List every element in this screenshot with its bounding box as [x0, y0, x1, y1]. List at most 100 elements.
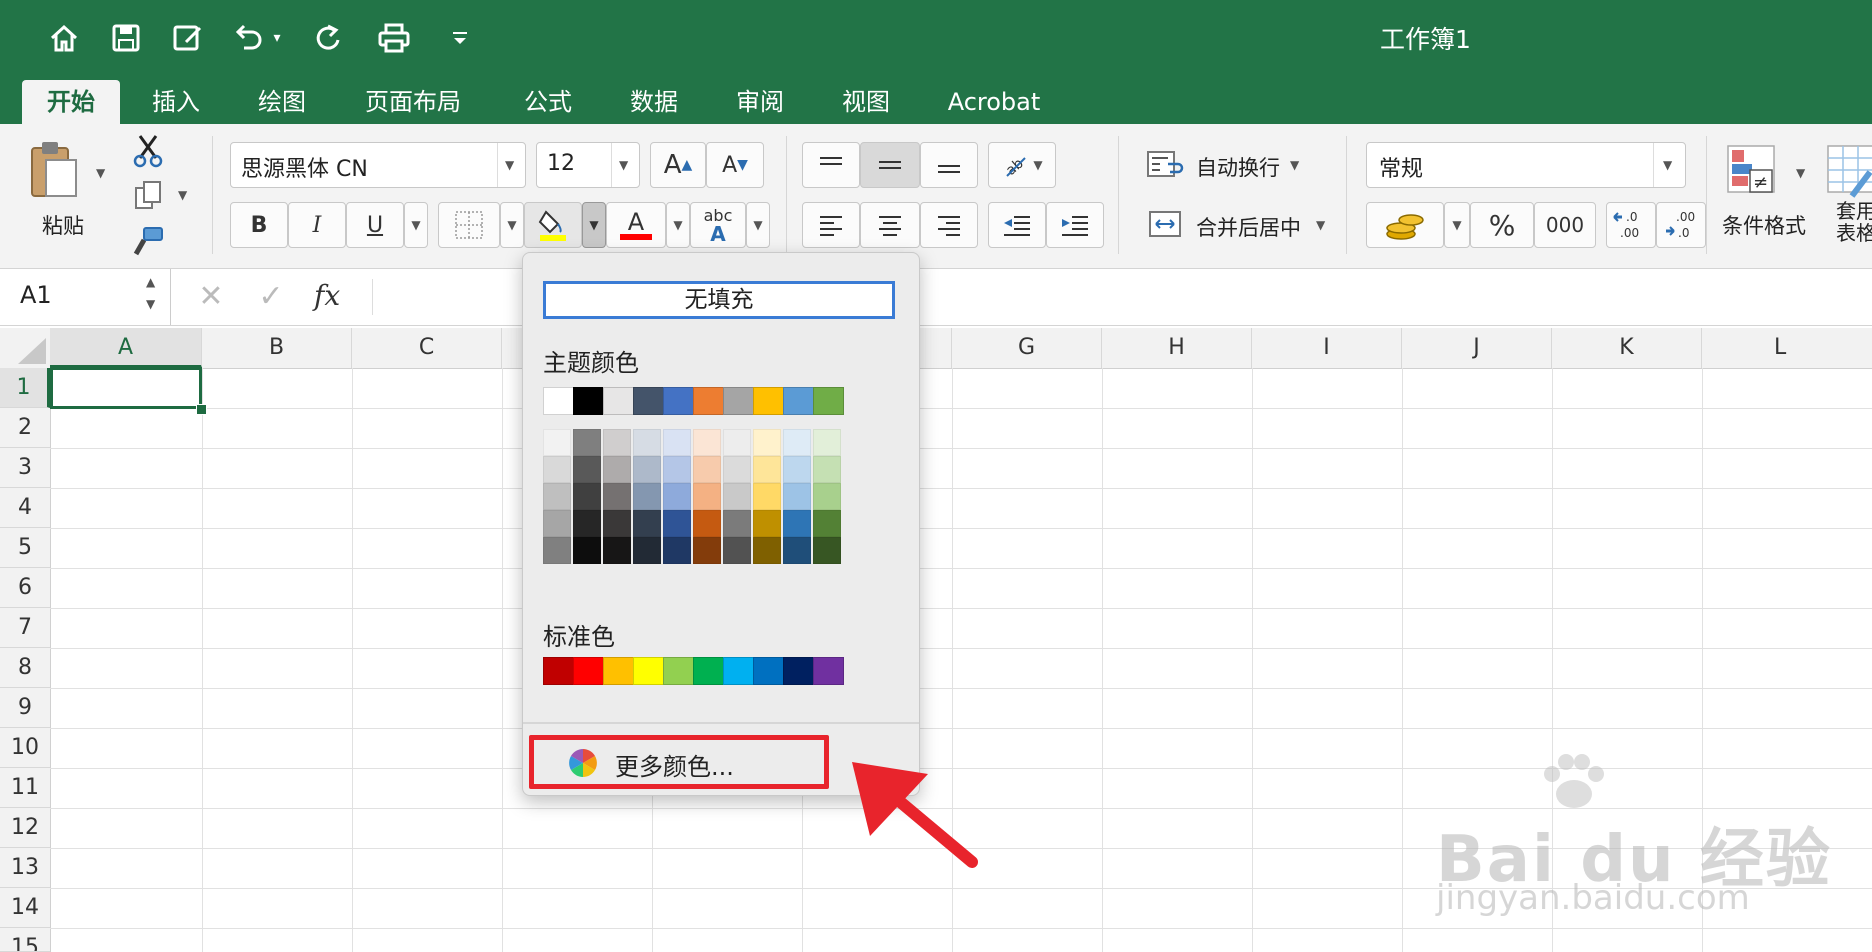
row-header-5[interactable]: 5 — [0, 528, 50, 568]
tab-insert[interactable]: 插入 — [136, 80, 216, 124]
font-size-box[interactable]: 12 ▼ — [536, 142, 640, 188]
row-header-11[interactable]: 11 — [0, 768, 50, 808]
increase-indent-button[interactable] — [1046, 202, 1104, 248]
percent-button[interactable]: % — [1470, 202, 1534, 248]
theme-tint-swatch[interactable] — [633, 510, 661, 537]
no-fill-button[interactable]: 无填充 — [543, 281, 895, 319]
conditional-format-icon[interactable]: ≠ — [1726, 144, 1784, 200]
row-header-7[interactable]: 7 — [0, 608, 50, 648]
paste-icon[interactable] — [26, 140, 86, 200]
borders-button[interactable] — [438, 202, 500, 248]
column-header-i[interactable]: I — [1252, 328, 1402, 368]
theme-tint-swatch[interactable] — [663, 510, 691, 537]
accounting-dropdown-icon[interactable]: ▼ — [1444, 202, 1470, 248]
copy-icon[interactable] — [134, 180, 164, 210]
theme-color-swatch[interactable] — [813, 387, 844, 415]
phonetic-button[interactable]: abc A — [690, 202, 746, 248]
comma-style-button[interactable]: 000 — [1534, 202, 1596, 248]
theme-tint-swatch[interactable] — [663, 537, 691, 564]
align-bottom-button[interactable] — [920, 142, 978, 188]
underline-button[interactable]: U — [346, 202, 404, 248]
theme-tint-swatch[interactable] — [543, 537, 571, 564]
theme-tint-swatch[interactable] — [633, 456, 661, 483]
theme-tint-swatch[interactable] — [813, 483, 841, 510]
format-painter-icon[interactable] — [130, 226, 166, 258]
name-box-down-icon[interactable]: ▼ — [146, 297, 155, 311]
undo-dropdown-icon[interactable]: ▾ — [266, 18, 288, 58]
standard-color-swatch[interactable] — [783, 657, 814, 685]
theme-color-swatch[interactable] — [633, 387, 664, 415]
font-name-dropdown-icon[interactable]: ▼ — [505, 158, 514, 172]
theme-tint-swatch[interactable] — [753, 510, 781, 537]
home-icon[interactable] — [44, 18, 84, 58]
cancel-icon[interactable]: ✕ — [196, 279, 226, 315]
table-format-label[interactable]: 套用 表格格 — [1836, 200, 1872, 244]
row-header-8[interactable]: 8 — [0, 648, 50, 688]
orientation-button[interactable]: ab ▼ — [988, 142, 1056, 188]
decrease-indent-button[interactable] — [988, 202, 1046, 248]
font-name-box[interactable]: 思源黑体 CN ▼ — [230, 142, 526, 188]
customize-icon[interactable] — [440, 18, 480, 58]
theme-tint-swatch[interactable] — [723, 510, 751, 537]
theme-tint-swatch[interactable] — [573, 456, 601, 483]
undo-icon[interactable] — [228, 18, 268, 58]
decrease-font-button[interactable]: A ▼ — [706, 142, 764, 188]
theme-tint-swatch[interactable] — [813, 456, 841, 483]
row-header-13[interactable]: 13 — [0, 848, 50, 888]
row-header-3[interactable]: 3 — [0, 448, 50, 488]
theme-tint-swatch[interactable] — [783, 537, 811, 564]
standard-color-swatch[interactable] — [723, 657, 754, 685]
row-header-14[interactable]: 14 — [0, 888, 50, 928]
row-header-6[interactable]: 6 — [0, 568, 50, 608]
wrap-text-dropdown-icon[interactable]: ▼ — [1290, 158, 1299, 172]
copy-dropdown-icon[interactable]: ▼ — [178, 188, 187, 202]
row-header-9[interactable]: 9 — [0, 688, 50, 728]
standard-color-swatch[interactable] — [573, 657, 604, 685]
standard-color-swatch[interactable] — [753, 657, 784, 685]
redo-icon[interactable] — [308, 18, 348, 58]
theme-tint-swatch[interactable] — [813, 537, 841, 564]
theme-tint-swatch[interactable] — [693, 483, 721, 510]
theme-tint-swatch[interactable] — [573, 483, 601, 510]
theme-tint-swatch[interactable] — [783, 456, 811, 483]
column-header-k[interactable]: K — [1552, 328, 1702, 368]
merge-center-dropdown-icon[interactable]: ▼ — [1316, 218, 1325, 232]
align-center-button[interactable] — [860, 202, 920, 248]
theme-tint-swatch[interactable] — [543, 429, 571, 456]
theme-tint-swatch[interactable] — [753, 537, 781, 564]
tab-draw[interactable]: 绘图 — [242, 80, 322, 124]
bold-button[interactable]: B — [230, 202, 288, 248]
column-header-a[interactable]: A — [50, 328, 202, 368]
wrap-text-icon[interactable] — [1146, 148, 1186, 182]
accounting-format-button[interactable] — [1366, 202, 1444, 248]
more-colors-button[interactable]: 更多颜色... — [615, 747, 734, 782]
theme-color-swatch[interactable] — [603, 387, 634, 415]
name-box-up-icon[interactable]: ▲ — [146, 275, 155, 289]
theme-tint-swatch[interactable] — [603, 483, 631, 510]
cut-icon[interactable] — [132, 134, 164, 168]
theme-tint-swatch[interactable] — [753, 429, 781, 456]
column-header-j[interactable]: J — [1402, 328, 1552, 368]
theme-tint-swatch[interactable] — [603, 456, 631, 483]
tab-review[interactable]: 审阅 — [720, 80, 800, 124]
theme-tint-swatch[interactable] — [603, 429, 631, 456]
tab-formulas[interactable]: 公式 — [508, 80, 588, 124]
row-header-1[interactable]: 1 — [0, 368, 50, 408]
tab-page-layout[interactable]: 页面布局 — [348, 80, 478, 124]
theme-tint-swatch[interactable] — [543, 456, 571, 483]
standard-color-swatch[interactable] — [663, 657, 694, 685]
theme-tint-swatch[interactable] — [603, 537, 631, 564]
paste-dropdown-icon[interactable]: ▼ — [96, 166, 105, 180]
column-header-h[interactable]: H — [1102, 328, 1252, 368]
wrap-text-label[interactable]: 自动换行 — [1196, 152, 1280, 182]
theme-color-swatch[interactable] — [693, 387, 724, 415]
fill-handle[interactable] — [196, 404, 207, 415]
theme-tint-swatch[interactable] — [663, 456, 691, 483]
theme-tint-swatch[interactable] — [633, 537, 661, 564]
font-color-button[interactable]: A — [606, 202, 666, 248]
theme-tint-swatch[interactable] — [573, 510, 601, 537]
insert-function-icon[interactable]: fx — [314, 279, 354, 312]
conditional-format-label[interactable]: 条件格式 — [1722, 210, 1806, 240]
theme-tint-swatch[interactable] — [693, 429, 721, 456]
theme-tint-swatch[interactable] — [693, 537, 721, 564]
